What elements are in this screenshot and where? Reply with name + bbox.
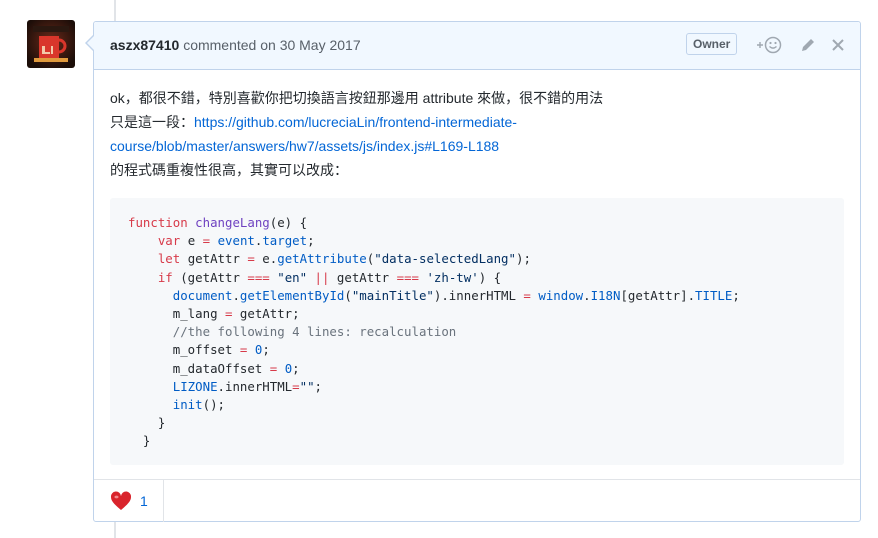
code-comment: //the following 4 lines: recalculation — [172, 324, 457, 340]
code-token: LIZONE — [172, 378, 218, 394]
code-token: getAttr — [180, 251, 248, 267]
code-token: event — [217, 233, 255, 249]
code-token: ; — [307, 233, 315, 249]
body-line-3: course/blob/master/answers/hw7/assets/js… — [110, 134, 846, 158]
pencil-icon — [802, 39, 814, 51]
code-token: getElementById — [239, 287, 345, 303]
reaction-count: 1 — [140, 493, 148, 509]
code-token: let — [157, 251, 181, 267]
code-token: getAttribute — [277, 251, 367, 267]
code-token: function — [128, 215, 188, 230]
code-block: function changeLang(e) { var e = event. t… — [110, 198, 844, 465]
code-token: "data-selectedLang" — [374, 251, 516, 267]
code-token: init — [172, 397, 203, 413]
owner-badge: Owner — [686, 33, 738, 55]
code-token: "en" — [277, 269, 308, 285]
code-token: || — [314, 269, 330, 285]
code-token: === — [247, 269, 270, 285]
code-token: = — [202, 233, 211, 249]
timeline-line-bottom — [114, 522, 116, 538]
code-token: ( — [344, 287, 352, 303]
code-token: [getAttr]. — [620, 287, 696, 303]
avatar[interactable] — [27, 20, 75, 68]
body-line-2-prefix: 只是這一段： — [110, 114, 194, 130]
code-token: (); — [202, 397, 225, 413]
comment-meta: aszx87410 commented on 30 May 2017 — [110, 37, 361, 53]
code-token: (e) { — [269, 215, 308, 230]
code-token: = — [247, 251, 255, 267]
code-token: e — [180, 233, 203, 249]
source-link[interactable]: https://github.com/lucreciaLin/frontend-… — [194, 114, 517, 130]
code-token: I18N — [590, 287, 621, 303]
heart-reaction-button[interactable]: 1 — [94, 480, 164, 522]
comment-box: aszx87410 commented on 30 May 2017 Owner — [93, 21, 861, 522]
code-token: target — [262, 233, 308, 249]
code-token: ; — [262, 342, 270, 358]
heart-icon — [110, 491, 132, 510]
code-token: e. — [254, 251, 278, 267]
code-token: ; — [292, 360, 300, 376]
body-line-2: 只是這一段：https://github.com/lucreciaLin/fro… — [110, 110, 846, 134]
source-link-continued[interactable]: course/blob/master/answers/hw7/assets/js… — [110, 138, 499, 154]
code-token: m_lang — [172, 306, 225, 322]
code-token: 'zh-tw' — [426, 269, 479, 285]
code-token: ; — [732, 287, 740, 303]
action-text: commented on — [183, 37, 276, 53]
code-token: . — [583, 287, 591, 303]
code-token: TITLE — [695, 287, 733, 303]
code-token: ).innerHTML — [433, 287, 524, 303]
code-token: m_dataOffset — [172, 360, 270, 376]
code-token: getAttr — [329, 269, 397, 285]
code-token: . — [232, 287, 240, 303]
comment-arrow-fill — [87, 36, 94, 50]
code-token: ); — [515, 251, 531, 267]
smiley-plus-icon — [757, 36, 782, 54]
code-token: if — [157, 269, 173, 285]
code-token: m_offset — [172, 342, 240, 358]
code-token: window — [538, 287, 584, 303]
code-token: .innerHTML — [217, 378, 293, 394]
code-token: } — [157, 415, 166, 431]
comment-date[interactable]: 30 May 2017 — [280, 37, 361, 53]
timeline-line-top — [114, 0, 116, 21]
code-token: (getAttr — [172, 269, 248, 285]
code-token: document — [172, 287, 233, 303]
add-reaction-button[interactable] — [755, 35, 785, 55]
code-token: "" — [299, 378, 315, 394]
close-icon — [832, 39, 844, 51]
code-token: ) { — [478, 269, 502, 285]
code-token: = — [523, 287, 531, 303]
body-line-4: 的程式碼重複性很高，其實可以改成： — [110, 162, 348, 178]
comment-header: aszx87410 commented on 30 May 2017 Owner — [94, 22, 860, 70]
delete-button[interactable] — [831, 35, 845, 55]
code-token: var — [157, 233, 181, 249]
code-token: changeLang — [195, 215, 270, 230]
author-link[interactable]: aszx87410 — [110, 37, 179, 53]
body-line-1: ok，都很不錯，特別喜歡你把切換語言按鈕那邊用 attribute 來做，很不錯… — [110, 90, 604, 106]
code-token: ; — [314, 378, 322, 394]
code-token: } — [142, 433, 151, 449]
code-token: getAttr; — [232, 306, 300, 322]
edit-button[interactable] — [800, 35, 816, 55]
reactions-bar: 1 — [94, 479, 860, 522]
code-token: "mainTitle" — [351, 287, 434, 303]
code-token: = — [292, 378, 300, 394]
comment-body: ok，都很不錯，特別喜歡你把切換語言按鈕那邊用 attribute 來做，很不錯… — [110, 86, 846, 182]
code-token: === — [396, 269, 419, 285]
